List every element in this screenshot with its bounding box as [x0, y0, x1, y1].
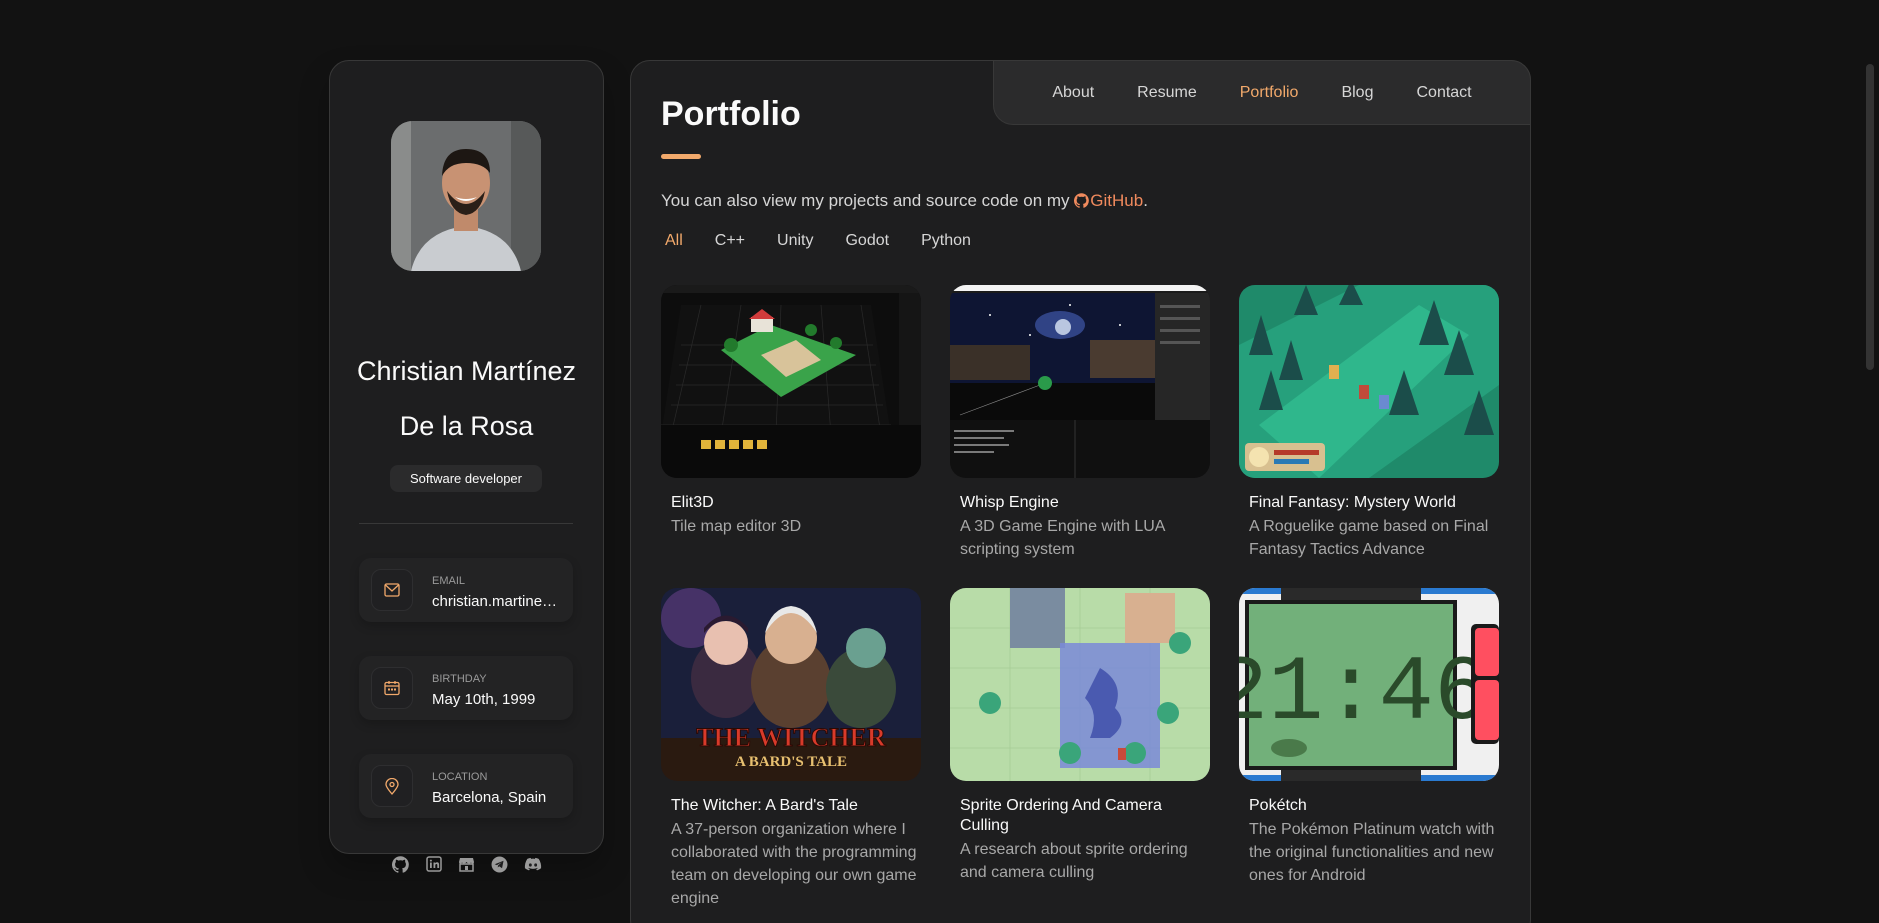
github-link-label: GitHub: [1090, 191, 1144, 210]
nav-contact[interactable]: Contact: [1416, 84, 1471, 102]
page-scrollbar[interactable]: [1866, 64, 1874, 370]
nav-blog[interactable]: Blog: [1341, 84, 1373, 102]
contact-label: EMAIL: [432, 575, 466, 587]
filter-all[interactable]: All: [661, 232, 687, 250]
project-title: Whisp Engine: [960, 494, 1059, 511]
poketch-clock: 21:46: [1239, 641, 1489, 746]
project-title: Elit3D: [671, 494, 714, 511]
contact-label: BIRTHDAY: [432, 673, 487, 685]
intro-text: You can also view my projects and source…: [661, 191, 1148, 211]
filter-cpp[interactable]: C++: [711, 232, 749, 250]
discord-icon[interactable]: [524, 855, 542, 873]
contact-label: LOCATION: [432, 771, 488, 783]
filter-python[interactable]: Python: [917, 232, 975, 250]
title-underline: [661, 154, 701, 159]
linkedin-icon[interactable]: [425, 855, 443, 873]
filter-unity[interactable]: Unity: [773, 232, 817, 250]
role-badge: Software developer: [390, 465, 542, 492]
project-description: A 3D Game Engine with LUA scripting syst…: [960, 518, 1165, 558]
filter-list: All C++ Unity Godot Python: [661, 232, 975, 250]
contact-birthday: BIRTHDAY May 10th, 1999: [359, 656, 573, 720]
project-thumbnail: [1239, 285, 1499, 478]
nav-about[interactable]: About: [1052, 84, 1094, 102]
filter-godot[interactable]: Godot: [841, 232, 893, 250]
profile-sidebar: Christian Martínez De la Rosa Software d…: [329, 60, 604, 873]
contact-email: EMAIL christian.martinez.delarosa@gmail.…: [359, 558, 573, 622]
project-thumbnail: THE WITCHER A BARD'S TALE: [661, 588, 921, 781]
email-link[interactable]: christian.martinez.delarosa@gmail.com: [432, 593, 564, 610]
witcher-logo-subtitle: A BARD'S TALE: [735, 754, 847, 770]
intro-suffix: .: [1143, 191, 1148, 210]
github-icon[interactable]: [392, 855, 410, 873]
witcher-logo-title: THE WITCHER: [696, 723, 886, 752]
page-title: Portfolio: [661, 95, 801, 133]
project-description: Tile map editor 3D: [671, 518, 802, 535]
project-title: Final Fantasy: Mystery World: [1249, 494, 1456, 511]
location-value: Barcelona, Spain: [432, 789, 547, 806]
main-navbar: About Resume Portfolio Blog Contact: [993, 60, 1531, 125]
nav-portfolio[interactable]: Portfolio: [1240, 84, 1299, 102]
project-card-whisp-engine[interactable]: Whisp Engine A 3D Game Engine with LUA s…: [950, 285, 1210, 561]
project-thumbnail: [661, 285, 921, 478]
project-description: A 37-person organization where I collabo…: [671, 821, 917, 907]
location-icon: [371, 765, 413, 807]
calendar-icon: [371, 667, 413, 709]
profile-name-line1: Christian Martínez: [356, 356, 577, 386]
itchio-icon[interactable]: [458, 855, 476, 873]
project-thumbnail: [950, 588, 1210, 781]
sidebar-separator: [359, 523, 573, 524]
project-thumbnail: 21:46: [1239, 588, 1499, 781]
project-description: The Pokémon Platinum watch with the orig…: [1249, 821, 1495, 884]
project-description: A Roguelike game based on Final Fantasy …: [1249, 518, 1489, 558]
project-title: Pokétch: [1249, 797, 1307, 814]
mail-icon: [371, 569, 413, 611]
project-thumbnail: [950, 285, 1210, 478]
profile-name-line2: De la Rosa: [399, 411, 534, 441]
project-card-elit3d[interactable]: Elit3D Tile map editor 3D: [661, 285, 921, 538]
project-card-sprite-ordering[interactable]: Sprite Ordering And Camera Culling A res…: [950, 588, 1210, 884]
telegram-icon[interactable]: [491, 855, 509, 873]
avatar: [391, 121, 541, 271]
github-icon: [1074, 193, 1090, 208]
project-card-poketch[interactable]: 21:46 Pokétch The Pokémon Platinum watch…: [1239, 588, 1499, 887]
portfolio-panel: About Resume Portfolio Blog Contact Port…: [630, 60, 1531, 923]
nav-resume[interactable]: Resume: [1137, 84, 1197, 102]
project-card-final-fantasy[interactable]: Final Fantasy: Mystery World A Roguelike…: [1239, 285, 1499, 561]
contact-location: LOCATION Barcelona, Spain: [359, 754, 573, 818]
project-title: The Witcher: A Bard's Tale: [671, 797, 858, 814]
project-card-the-witcher[interactable]: THE WITCHER A BARD'S TALE The Witcher: A…: [661, 588, 921, 910]
github-link[interactable]: GitHub: [1074, 191, 1143, 210]
project-description: A research about sprite ordering and cam…: [960, 841, 1188, 881]
intro-prefix: You can also view my projects and source…: [661, 191, 1075, 210]
project-title: Sprite Ordering And Camera Culling: [960, 797, 1162, 834]
social-links: [330, 855, 603, 873]
birthday-value: May 10th, 1999: [432, 691, 536, 708]
